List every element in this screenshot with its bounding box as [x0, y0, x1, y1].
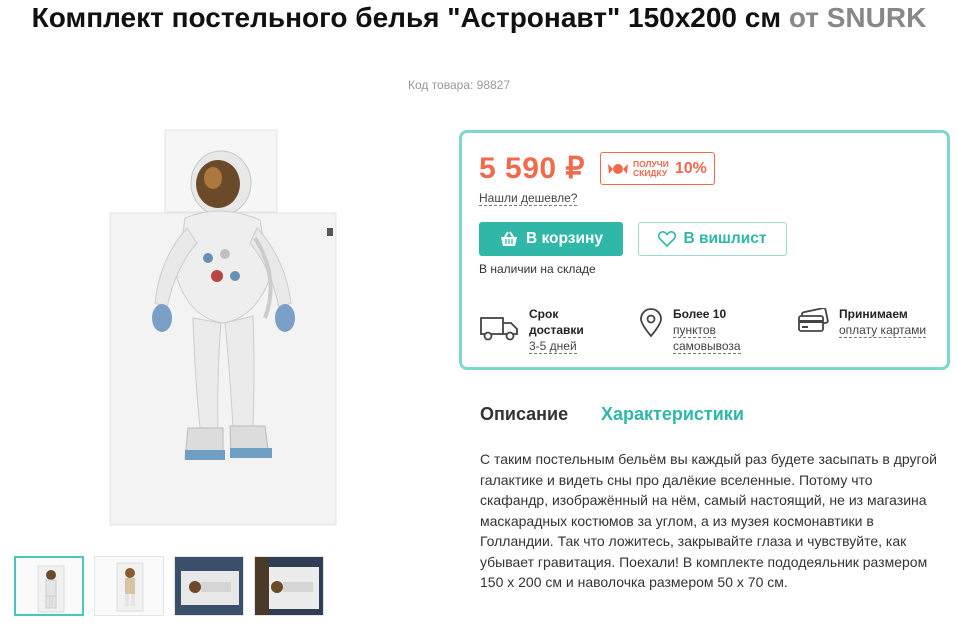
- basket-icon: [500, 231, 517, 246]
- heart-icon: [658, 231, 677, 247]
- payment-link[interactable]: оплату картами: [839, 323, 927, 338]
- pickup-info: Более 10 пунктов самовывоза: [639, 306, 741, 354]
- thumbnail-1[interactable]: [14, 556, 84, 616]
- pickup-label: Более 10: [673, 307, 727, 321]
- pickup-link-1[interactable]: пунктов: [673, 323, 716, 338]
- add-to-wishlist-label: В вишлист: [683, 230, 767, 247]
- delivery-label-1: Срок: [529, 307, 559, 321]
- thumbnail-2[interactable]: [94, 556, 164, 616]
- add-to-wishlist-button[interactable]: В вишлист: [638, 222, 787, 256]
- product-description: С таким постельным бельём вы каждый раз …: [480, 451, 937, 590]
- sku-code: Код товара: 98827: [407, 78, 511, 92]
- buy-box: 5 590 ₽ получи скидку 10% Нашли дешевле?…: [459, 130, 950, 370]
- thumbnail-3[interactable]: [174, 556, 244, 616]
- truck-icon: [480, 317, 518, 341]
- discount-badge[interactable]: получи скидку 10%: [600, 152, 715, 185]
- price: 5 590 ₽: [479, 152, 585, 185]
- pickup-link-2[interactable]: самовывоза: [673, 339, 741, 354]
- discount-caption-line2: скидку: [633, 167, 668, 178]
- tab-description[interactable]: Описание: [480, 404, 568, 425]
- discount-value: 10%: [674, 159, 707, 177]
- add-to-cart-button[interactable]: В корзину: [479, 222, 623, 256]
- stock-status: В наличии на складе: [479, 262, 596, 276]
- product-title-main: Комплект постельного белья "Астронавт" 1…: [31, 2, 782, 33]
- credit-card-icon: [798, 308, 829, 332]
- candy-icon: [608, 163, 628, 174]
- delivery-label-2: доставки: [529, 323, 584, 337]
- payment-info: Принимаем оплату картами: [797, 306, 927, 338]
- payment-label: Принимаем: [839, 307, 908, 321]
- thumbnail-4[interactable]: [254, 556, 324, 616]
- map-pin-icon: [640, 308, 662, 338]
- product-main-image[interactable]: [105, 128, 345, 528]
- delivery-time-link[interactable]: 3-5 дней: [529, 339, 577, 354]
- product-title: Комплект постельного белья "Астронавт" 1…: [0, 2, 958, 33]
- discount-caption: получи скидку: [633, 159, 669, 178]
- found-cheaper-link[interactable]: Нашли дешевле?: [479, 191, 578, 206]
- delivery-info: Срок доставки 3-5 дней: [479, 306, 584, 354]
- add-to-cart-label: В корзину: [525, 230, 603, 247]
- thumbnail-strip: [14, 556, 324, 616]
- brand-link[interactable]: от SNURK: [789, 2, 926, 33]
- tab-specifications[interactable]: Характеристики: [601, 404, 744, 425]
